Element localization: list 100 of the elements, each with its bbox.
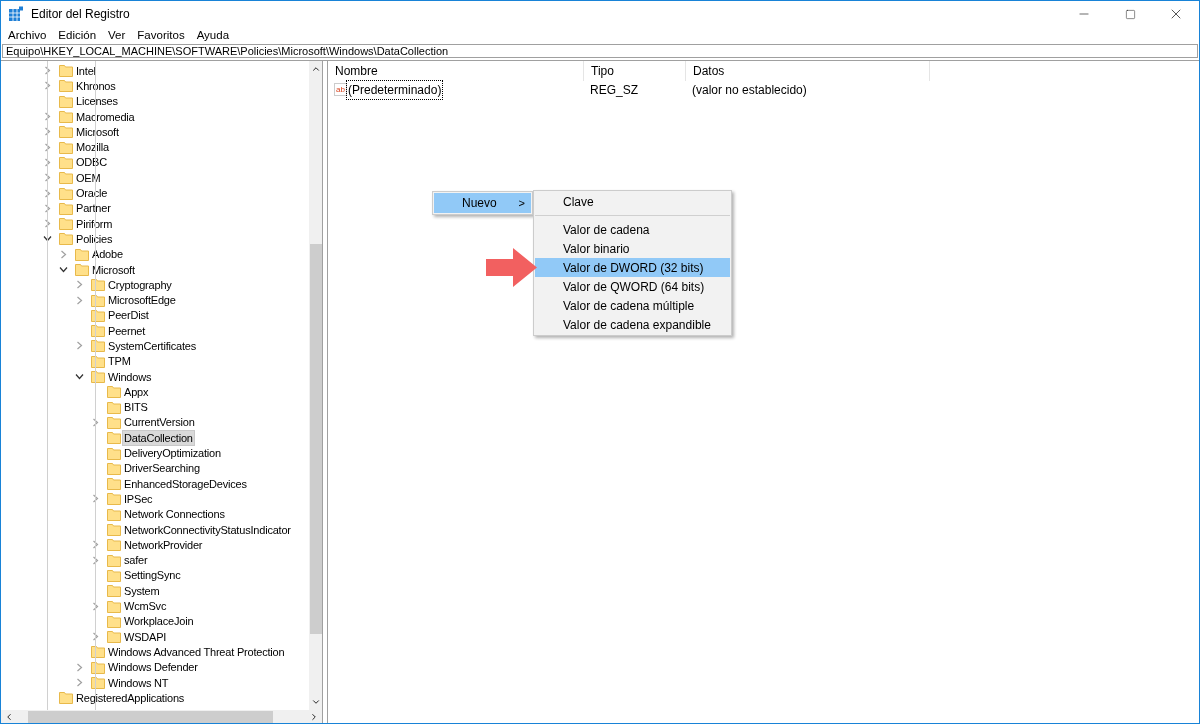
expand-chevron-icon[interactable] <box>43 203 52 213</box>
tree-item[interactable]: System <box>123 583 161 598</box>
menu-option[interactable]: Clave <box>535 192 730 211</box>
expand-chevron-icon[interactable] <box>75 341 84 351</box>
tree-item[interactable]: IPSec <box>123 491 154 506</box>
tree-item[interactable]: Windows Advanced Threat Protection <box>107 644 286 659</box>
scroll-up-icon[interactable] <box>310 64 321 74</box>
expand-chevron-icon[interactable] <box>91 494 100 504</box>
menu-item[interactable]: Ayuda <box>190 26 236 45</box>
tree-item[interactable]: RegisteredApplications <box>75 690 186 705</box>
tree-item[interactable]: ODBC <box>75 155 108 170</box>
tree-item[interactable]: Licenses <box>75 94 119 109</box>
tree-item[interactable]: Macromedia <box>75 109 136 124</box>
collapse-chevron-icon[interactable] <box>59 265 68 274</box>
tree-item[interactable]: OEM <box>75 170 102 185</box>
expand-chevron-icon[interactable] <box>43 127 52 137</box>
menu-option[interactable]: Valor de cadena <box>535 220 730 239</box>
expand-chevron-icon[interactable] <box>75 662 84 672</box>
expand-chevron-icon[interactable] <box>75 678 84 687</box>
tree-item[interactable]: SettingSync <box>123 568 182 583</box>
expand-chevron-icon[interactable] <box>59 249 68 259</box>
tree-item[interactable]: Khronos <box>75 78 117 93</box>
expand-chevron-icon[interactable] <box>43 157 52 167</box>
expand-chevron-icon[interactable] <box>91 540 100 550</box>
tree-item[interactable]: Appx <box>123 384 150 399</box>
vertical-scrollbar[interactable] <box>309 61 322 710</box>
tree-item[interactable]: SystemCertificates <box>107 339 198 353</box>
scrollbar-thumb[interactable] <box>309 244 322 634</box>
tree-item[interactable]: Windows Defender <box>107 660 199 675</box>
folder-icon <box>107 568 121 582</box>
tree-item[interactable]: Partner <box>75 201 112 216</box>
column-header[interactable]: Datos <box>686 61 930 81</box>
tree-item[interactable]: MicrosoftEdge <box>107 293 177 308</box>
tree-item[interactable]: TPM <box>107 354 132 369</box>
menu-item[interactable]: Archivo <box>2 26 53 45</box>
expand-chevron-icon[interactable] <box>91 417 100 427</box>
tree-item[interactable]: WorkplaceJoin <box>123 614 195 629</box>
tree-item[interactable]: DriverSearching <box>123 461 201 476</box>
folder-icon <box>91 293 105 307</box>
horizontal-scrollbar[interactable] <box>1 710 322 723</box>
tree-item[interactable]: Network Connections <box>123 507 226 522</box>
menu-option[interactable]: Valor de cadena expandible <box>535 315 730 334</box>
tree-item[interactable]: DeliveryOptimization <box>123 446 222 461</box>
expand-chevron-icon[interactable] <box>43 173 52 183</box>
expand-chevron-icon[interactable] <box>43 142 52 152</box>
tree-item[interactable]: CurrentVersion <box>123 415 196 430</box>
expand-chevron-icon[interactable] <box>75 280 84 290</box>
expand-chevron-icon[interactable] <box>43 188 52 198</box>
tree-item[interactable]: Oracle <box>75 186 109 200</box>
window-title: Editor del Registro <box>31 6 130 23</box>
tree-item[interactable]: Microsoft <box>75 124 120 139</box>
tree-item[interactable]: safer <box>123 553 149 568</box>
address-field[interactable]: Equipo\HKEY_LOCAL_MACHINE\SOFTWARE\Policies\Microsoft\Windows\DataCollection <box>2 44 1198 58</box>
menu-item[interactable]: Edición <box>52 26 103 45</box>
scroll-down-icon[interactable] <box>310 697 321 707</box>
menu-option[interactable]: Valor de cadena múltiple <box>535 296 730 315</box>
menu-item[interactable]: Favoritos <box>131 26 191 45</box>
menu-option[interactable]: Valor binario <box>535 239 730 258</box>
tree-item[interactable]: Windows <box>107 369 153 384</box>
collapse-chevron-icon[interactable] <box>75 372 84 382</box>
menu-option[interactable]: Valor de DWORD (32 bits) <box>535 258 730 277</box>
tree-item[interactable]: Cryptography <box>107 277 173 292</box>
expand-chevron-icon[interactable] <box>43 112 52 122</box>
tree-item[interactable]: Peernet <box>107 323 147 338</box>
tree-item[interactable]: Adobe <box>91 247 124 262</box>
column-header[interactable]: Tipo <box>584 61 686 81</box>
value-name[interactable]: (Predeterminado) <box>347 80 443 99</box>
folder-icon <box>91 278 105 292</box>
tree-item[interactable]: Microsoft <box>91 262 136 277</box>
folder-icon <box>107 584 121 598</box>
tree-item[interactable]: Intel <box>75 63 97 78</box>
tree-item[interactable]: WSDAPI <box>123 629 168 644</box>
scroll-right-icon[interactable] <box>309 711 319 722</box>
expand-chevron-icon[interactable] <box>43 219 52 229</box>
column-header[interactable]: Nombre <box>328 61 584 81</box>
menu-item[interactable]: Ver <box>102 26 132 45</box>
tree-item[interactable]: Mozilla <box>75 140 110 155</box>
expand-chevron-icon[interactable] <box>91 555 100 565</box>
tree-item[interactable]: NetworkConnectivityStatusIndicator <box>123 522 292 537</box>
tree-item[interactable]: Windows NT <box>107 675 170 690</box>
scroll-left-icon[interactable] <box>4 711 14 722</box>
tree-item[interactable]: EnhancedStorageDevices <box>123 476 248 491</box>
tree-item[interactable]: PeerDist <box>107 308 150 323</box>
folder-icon <box>107 431 121 445</box>
tree-item[interactable]: WcmSvc <box>123 599 168 614</box>
tree-item[interactable]: Piriform <box>75 216 114 231</box>
scrollbar-thumb[interactable] <box>28 710 273 723</box>
menu-option[interactable]: Nuevo > <box>434 193 531 213</box>
tree-item[interactable]: DataCollection <box>123 430 194 445</box>
tree-item[interactable]: Policies <box>75 231 114 246</box>
tree-item[interactable]: NetworkProvider <box>123 537 204 552</box>
string-value-icon: ab <box>334 83 347 96</box>
menu-option[interactable]: Valor de QWORD (64 bits) <box>535 277 730 296</box>
tree-item[interactable]: BITS <box>123 400 149 415</box>
expand-chevron-icon[interactable] <box>43 81 52 91</box>
expand-chevron-icon[interactable] <box>75 295 84 305</box>
expand-chevron-icon[interactable] <box>91 601 100 611</box>
expand-chevron-icon[interactable] <box>43 66 52 76</box>
expand-chevron-icon[interactable] <box>91 632 100 642</box>
pointer-arrow <box>486 248 537 287</box>
